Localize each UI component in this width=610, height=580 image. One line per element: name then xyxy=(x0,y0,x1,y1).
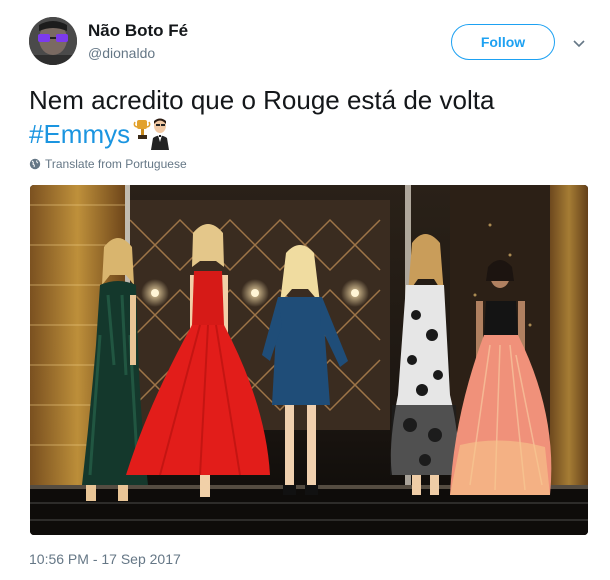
avatar[interactable] xyxy=(29,17,77,65)
translate-label: Translate from Portuguese xyxy=(45,157,187,171)
tweet-timestamp[interactable]: 10:56 PM - 17 Sep 2017 xyxy=(29,551,181,567)
tweet-text: Nem acredito que o Rouge está de volta #… xyxy=(29,84,589,150)
translate-link[interactable]: Translate from Portuguese xyxy=(29,157,187,171)
author-name[interactable]: Não Boto Fé xyxy=(88,21,188,41)
tweet-card: Não Boto Fé @dionaldo Follow Nem acredit… xyxy=(0,0,610,580)
follow-button[interactable]: Follow xyxy=(451,24,555,60)
tweet-text-line: Nem acredito que o Rouge está de volta xyxy=(29,85,495,115)
hashtag-link[interactable]: #Emmys xyxy=(29,118,130,150)
globe-icon xyxy=(29,158,41,170)
trophy-man-emoji-icon xyxy=(132,116,172,150)
author-handle[interactable]: @dionaldo xyxy=(88,45,155,61)
tweet-photo[interactable] xyxy=(30,185,588,535)
tweet-hashtag-line: #Emmys xyxy=(29,116,172,150)
caret-down-icon[interactable] xyxy=(571,35,587,51)
